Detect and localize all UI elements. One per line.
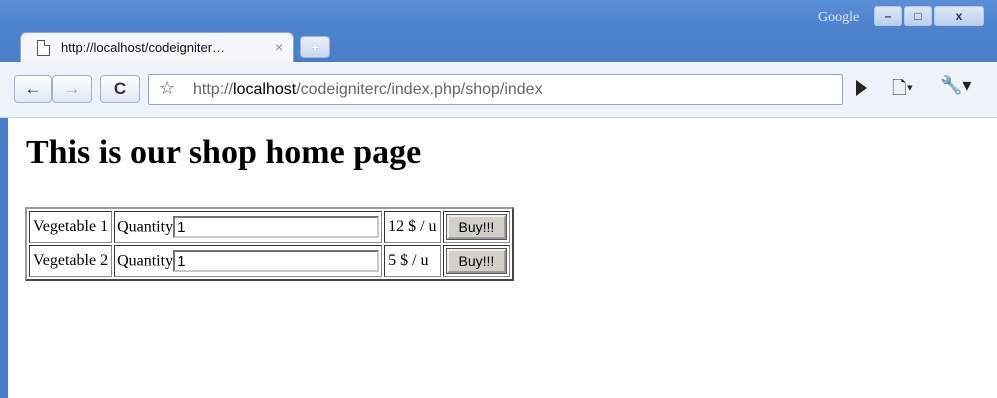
browser-window: Google – □ x http://localhost/codeignite… bbox=[0, 0, 997, 398]
product-name: Vegetable 1 bbox=[29, 211, 113, 243]
tab-title: http://localhost/codeigniter… bbox=[61, 40, 226, 55]
brand-label: Google bbox=[818, 10, 860, 25]
new-tab-button[interactable]: + bbox=[300, 36, 330, 58]
url-host: localhost bbox=[233, 81, 297, 98]
product-price: 5 $ / u bbox=[384, 245, 441, 277]
url-prefix: http:// bbox=[193, 81, 234, 98]
buy-button[interactable]: Buy!!! bbox=[446, 249, 507, 273]
quantity-input[interactable] bbox=[173, 216, 380, 238]
close-icon: x bbox=[955, 9, 963, 23]
table-row: Vegetable 2 Quantity 5 $ / u Buy!!! bbox=[29, 245, 511, 277]
product-name: Vegetable 2 bbox=[29, 245, 113, 277]
go-arrow-icon[interactable] bbox=[856, 80, 867, 96]
forward-arrow-icon: → bbox=[63, 79, 81, 98]
quantity-label: Quantity bbox=[117, 252, 174, 270]
quantity-cell: Quantity bbox=[114, 211, 383, 243]
forward-button[interactable]: → bbox=[52, 75, 92, 103]
quantity-label: Quantity bbox=[117, 218, 174, 236]
minimize-button[interactable]: – bbox=[874, 6, 902, 26]
quantity-cell: Quantity bbox=[114, 245, 383, 277]
browser-tab[interactable]: http://localhost/codeigniter… × bbox=[20, 32, 294, 64]
buy-button[interactable]: Buy!!! bbox=[446, 215, 507, 239]
maximize-icon: □ bbox=[914, 9, 922, 23]
url-path: /codeigniterc/index.php/shop/index bbox=[296, 81, 543, 98]
bookmark-star-icon[interactable]: ☆ bbox=[159, 78, 175, 99]
page-heading: This is our shop home page bbox=[26, 134, 422, 171]
reload-button[interactable]: C bbox=[100, 75, 140, 103]
minimize-icon: – bbox=[884, 9, 892, 23]
quantity-input[interactable] bbox=[173, 250, 380, 272]
product-price: 12 $ / u bbox=[384, 211, 441, 243]
plus-icon: + bbox=[310, 39, 320, 55]
back-arrow-icon: ← bbox=[24, 79, 42, 98]
maximize-button[interactable]: □ bbox=[904, 6, 932, 26]
page-content: This is our shop home page Vegetable 1 Q… bbox=[8, 118, 997, 398]
window-left-edge bbox=[0, 118, 8, 398]
page-menu-icon[interactable]: 🗋▾ bbox=[892, 76, 913, 106]
address-bar[interactable]: ☆ http://localhost/codeigniterc/index.ph… bbox=[148, 74, 843, 105]
back-button[interactable]: ← bbox=[14, 75, 52, 103]
tab-close-icon[interactable]: × bbox=[275, 39, 283, 55]
close-window-button[interactable]: x bbox=[934, 6, 984, 26]
page-icon bbox=[37, 40, 50, 56]
reload-icon: C bbox=[113, 79, 127, 98]
buy-cell: Buy!!! bbox=[442, 211, 511, 243]
buy-cell: Buy!!! bbox=[442, 245, 511, 277]
browser-toolbar: ← → C ☆ http://localhost/codeigniterc/in… bbox=[0, 62, 997, 118]
title-bar: Google – □ x http://localhost/codeignite… bbox=[0, 0, 997, 64]
table-row: Vegetable 1 Quantity 12 $ / u Buy!!! bbox=[29, 211, 511, 243]
products-table: Vegetable 1 Quantity 12 $ / u Buy!!! Veg… bbox=[25, 207, 515, 281]
url-text[interactable]: http://localhost/codeigniterc/index.php/… bbox=[193, 81, 543, 99]
wrench-menu-icon[interactable]: 🔧▾ bbox=[940, 75, 971, 96]
